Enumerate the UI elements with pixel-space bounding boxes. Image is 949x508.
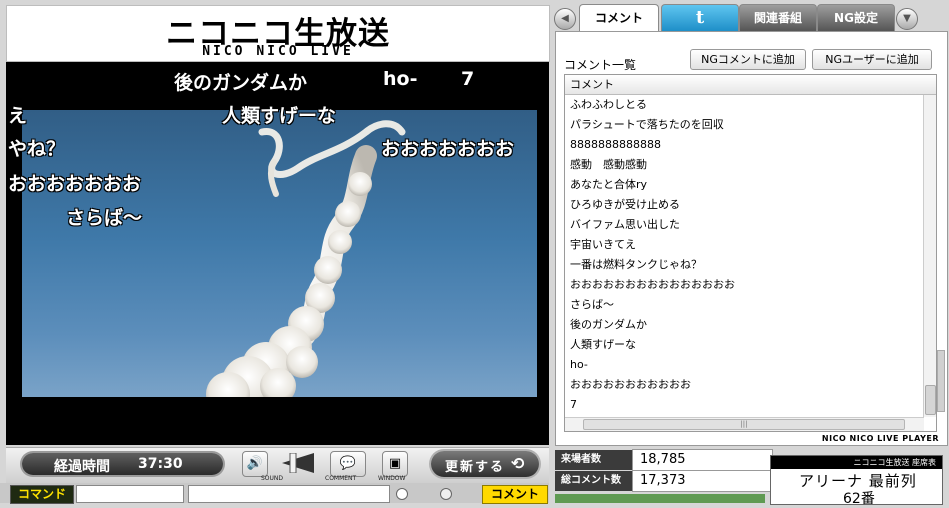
tab-related[interactable]: 関連番組	[739, 4, 817, 31]
elapsed-value: 37:30	[138, 456, 183, 472]
comment-row[interactable]: 宇宙いきてえ	[565, 235, 936, 255]
radio-nama[interactable]	[396, 488, 408, 500]
elapsed-label: 経過時間	[54, 459, 110, 475]
window-button[interactable]: ▣	[382, 451, 408, 477]
comment-row[interactable]: ho-	[565, 355, 936, 375]
elapsed-time: 経過時間 37:30	[22, 453, 223, 475]
chevron-down-icon: ▼	[903, 13, 911, 24]
comment-row[interactable]: 一番は燃料タンクじゃね？	[565, 255, 936, 275]
vertical-scroll-thumb[interactable]	[925, 385, 936, 415]
tab-comment[interactable]: コメント	[579, 4, 659, 31]
nico-live-logo: ニコニコ生放送 NICO NICO LIVE	[6, 5, 550, 62]
panel-scroll-thumb[interactable]	[937, 350, 945, 412]
comment-row[interactable]: 感動 感動感動	[565, 155, 936, 175]
comment-row[interactable]: さらば～	[565, 295, 936, 315]
stats-footer-bar	[555, 494, 765, 503]
chevron-left-icon: ◀	[561, 13, 569, 24]
comment-row[interactable]: 人類すげーな	[565, 335, 936, 355]
comment-row[interactable]: おおおおおおおおおおお	[565, 375, 936, 395]
update-label: 更新する	[445, 460, 506, 475]
tab-scroll-left-button[interactable]: ◀	[554, 8, 576, 30]
command-label[interactable]: コマンド	[10, 485, 74, 504]
tab-twitter[interactable]: t	[661, 4, 739, 31]
overlay-comment: さらば～	[66, 207, 143, 229]
comment-panel: コメント一覧 NGコメントに追加 NGユーザーに追加 コメント ふわふわしとるパ…	[555, 31, 948, 446]
comment-label: COMMENT	[325, 475, 357, 482]
total-comments-value: 17,373	[632, 470, 773, 492]
ticket-header: ニコニコ生放送 座席表	[771, 456, 942, 469]
add-ng-comment-button[interactable]: NGコメントに追加	[690, 49, 806, 70]
command-input[interactable]	[76, 485, 184, 503]
sound-label: SOUND	[261, 475, 284, 482]
comment-column-header[interactable]: コメント	[565, 75, 936, 95]
sound-button[interactable]: 🔊	[242, 451, 268, 477]
seat-ticket: ニコニコ生放送 座席表 アリーナ 最前列 62番	[770, 455, 943, 507]
window-label: WINDOW	[378, 475, 406, 482]
tab-ng-settings[interactable]: NG設定	[817, 4, 895, 31]
comment-list[interactable]: コメント ふわふわしとる パラシュートで落ちたのを回収 8888888888888 感…	[564, 74, 937, 432]
ticket-number: 62番	[843, 491, 875, 507]
comment-row[interactable]: バイファム思い出した	[565, 215, 936, 235]
comment-row[interactable]: 7	[565, 395, 936, 415]
logo-subtitle: NICO NICO LIVE	[202, 44, 354, 59]
speaker-icon: 🔊	[246, 456, 264, 471]
overlay-comment: 7	[461, 68, 475, 90]
overlay-comment: やね？	[8, 138, 66, 160]
tab-scroll-right-button[interactable]: ▼	[896, 8, 918, 30]
comment-input[interactable]	[188, 485, 390, 503]
window-icon: ▣	[388, 456, 402, 471]
comment-row[interactable]: ふわふわしとる	[565, 95, 936, 115]
player-tag: NICO NICO LIVE PLAYER	[821, 434, 939, 443]
comment-input-row: コマンド コメント	[0, 483, 549, 504]
comment-list-heading: コメント一覧	[564, 58, 637, 72]
player-control-bar: 経過時間 37:30 🔊 SOUND 💬 COMMENT ▣ WINDOW 更新…	[6, 447, 549, 483]
volume-slider[interactable]	[282, 452, 314, 474]
overlay-comment: 後のガンダムか	[174, 72, 308, 94]
comment-row[interactable]: ひろゆきが受け止める	[565, 195, 936, 215]
update-button[interactable]: 更新する ⟲	[431, 451, 539, 477]
visitors-value: 18,785	[632, 449, 773, 471]
horizontal-scroll-thumb[interactable]: |||	[583, 419, 905, 430]
horizontal-scrollbar[interactable]: |||	[565, 417, 924, 431]
refresh-icon: ⟲	[511, 454, 525, 473]
comment-row[interactable]: あなたと合体ry	[565, 175, 936, 195]
send-comment-button[interactable]: コメント	[482, 485, 548, 504]
overlay-comment: 人類すげーな	[222, 105, 337, 127]
visitors-label: 来場者数	[555, 450, 632, 470]
comment-row[interactable]: おおおおおおおおおおおおおおお	[565, 275, 936, 295]
video-player[interactable]: 後のガンダムか ho- 7 え 人類すげーな やね？ おおおおおおお おおおおお…	[6, 62, 549, 445]
overlay-comment: ho-	[383, 68, 418, 90]
comment-bubble-icon: 💬	[339, 456, 357, 471]
vertical-scrollbar[interactable]	[923, 95, 936, 417]
comment-row[interactable]: 後のガンダムか	[565, 315, 936, 335]
twitter-icon: t	[695, 7, 705, 28]
overlay-comment: おおおおおおお	[381, 138, 515, 160]
overlay-comment: おおおおおおお	[8, 173, 142, 195]
comment-row[interactable]: パラシュートで落ちたのを回収	[565, 115, 936, 135]
comment-toggle-button[interactable]: 💬	[330, 451, 366, 477]
comment-row[interactable]: 8888888888888	[565, 135, 936, 155]
add-ng-user-button[interactable]: NGユーザーに追加	[812, 49, 932, 70]
overlay-comment: え	[8, 105, 28, 127]
radio-twitter[interactable]	[440, 488, 452, 500]
total-comments-label: 総コメント数	[555, 471, 632, 491]
panel-tab-bar: ◀ コメント t 関連番組 NG設定 ▼	[553, 3, 949, 31]
